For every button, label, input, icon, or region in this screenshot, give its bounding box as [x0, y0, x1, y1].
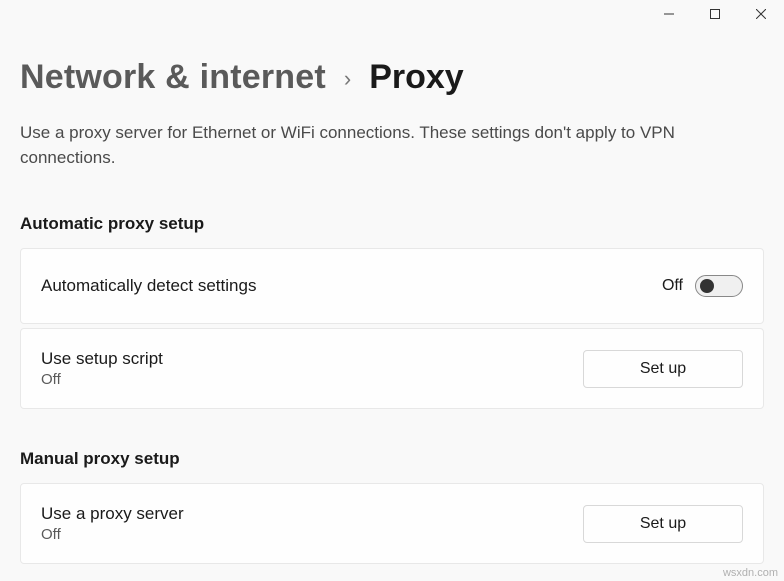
auto-detect-toggle[interactable] — [695, 275, 743, 297]
maximize-button[interactable] — [692, 0, 738, 28]
page-description: Use a proxy server for Ethernet or WiFi … — [20, 121, 740, 170]
auto-detect-state: Off — [662, 277, 683, 295]
auto-detect-label: Automatically detect settings — [41, 276, 256, 296]
page-title: Proxy — [369, 58, 464, 97]
manual-proxy-state: Off — [41, 526, 184, 543]
setup-script-button[interactable]: Set up — [583, 350, 743, 388]
section-header-automatic: Automatic proxy setup — [20, 214, 764, 234]
watermark: wsxdn.com — [723, 567, 778, 579]
card-auto-detect: Automatically detect settings Off — [20, 248, 764, 324]
close-button[interactable] — [738, 0, 784, 28]
card-setup-script: Use setup script Off Set up — [20, 328, 764, 409]
toggle-knob — [700, 279, 714, 293]
breadcrumb: Network & internet › Proxy — [20, 58, 764, 97]
setup-script-state: Off — [41, 371, 163, 388]
section-header-manual: Manual proxy setup — [20, 449, 764, 469]
close-icon — [756, 9, 766, 19]
manual-proxy-label: Use a proxy server — [41, 504, 184, 524]
window-titlebar — [0, 0, 784, 32]
setup-script-label: Use setup script — [41, 349, 163, 369]
chevron-right-icon: › — [344, 66, 351, 92]
minimize-button[interactable] — [646, 0, 692, 28]
minimize-icon — [664, 9, 674, 19]
card-manual-proxy: Use a proxy server Off Set up — [20, 483, 764, 564]
breadcrumb-parent[interactable]: Network & internet — [20, 58, 326, 97]
maximize-icon — [710, 9, 720, 19]
manual-proxy-button[interactable]: Set up — [583, 505, 743, 543]
